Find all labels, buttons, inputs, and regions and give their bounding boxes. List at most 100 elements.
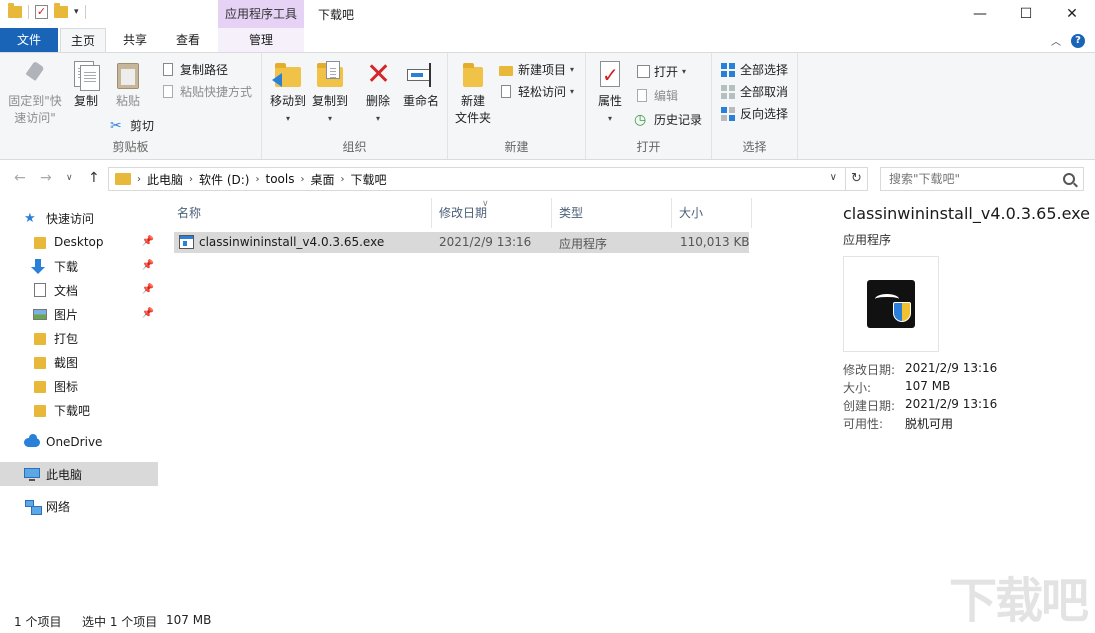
chevron-right-icon[interactable]: ›	[340, 174, 344, 185]
file-thumbnail	[843, 256, 939, 352]
history-button[interactable]: ◷ 历史记录	[634, 111, 702, 128]
invert-selection-button[interactable]: 反向选择	[720, 105, 788, 122]
customize-dropdown-icon[interactable]: ▾	[74, 7, 79, 17]
chevron-right-icon[interactable]: ›	[300, 174, 304, 185]
chevron-down-icon[interactable]: ∨	[830, 172, 837, 183]
pin-icon	[19, 59, 51, 91]
new-folder-icon[interactable]	[54, 3, 68, 18]
address-bar[interactable]: › 此电脑 › 软件 (D:) › tools › 桌面 › 下载吧 ∨ ↻	[108, 167, 868, 191]
status-bar: 1 个项目 选中 1 个项目 107 MB	[0, 610, 1095, 633]
breadcrumb-item[interactable]: 下载吧	[350, 171, 386, 188]
new-folder-icon	[457, 59, 489, 91]
select-all-button[interactable]: 全部选择	[720, 61, 788, 78]
group-label: 组织	[342, 140, 367, 154]
select-none-icon	[720, 84, 736, 100]
chevron-right-icon[interactable]: ›	[255, 174, 259, 185]
nav-item-pack[interactable]: 打包	[0, 326, 158, 350]
recent-locations-icon[interactable]: ∨	[66, 173, 73, 183]
new-folder-button[interactable]: 新建 文件夹	[452, 59, 494, 127]
tab-view[interactable]: 查看	[165, 28, 211, 52]
easy-access-icon	[498, 84, 514, 100]
move-to-button[interactable]: 移动到 ▾	[266, 59, 310, 127]
paste-button[interactable]: 粘贴	[108, 59, 148, 110]
nav-item-downloads[interactable]: 下载 📌	[0, 254, 158, 278]
delete-button[interactable]: ✕ 删除 ▾	[360, 59, 396, 127]
details-file-type: 应用程序	[843, 233, 892, 247]
nav-item-desktop[interactable]: Desktop 📌	[0, 230, 158, 254]
divider	[84, 5, 86, 19]
nav-item-xiazaiba[interactable]: 下载吧	[0, 398, 158, 422]
open-button[interactable]: 打开 ▾	[634, 63, 686, 80]
context-tab-header: 应用程序工具	[218, 0, 304, 28]
copy-to-button[interactable]: 复制到 ▾	[308, 59, 352, 127]
tab-home[interactable]: 主页	[60, 28, 106, 53]
folder-icon	[32, 331, 48, 345]
star-icon: ★	[24, 211, 36, 226]
search-input[interactable]	[889, 172, 1049, 186]
nav-quick-access[interactable]: ★ 快速访问	[0, 206, 158, 230]
scissors-icon: ✂	[110, 117, 122, 134]
breadcrumb-item[interactable]: 此电脑	[147, 171, 183, 188]
new-item-button[interactable]: 新建项目 ▾	[498, 61, 574, 78]
column-header-size[interactable]: 大小	[672, 198, 752, 228]
breadcrumb-item[interactable]: 桌面	[310, 171, 334, 188]
close-button[interactable]: ✕	[1049, 0, 1095, 28]
folder-icon	[115, 173, 131, 185]
clipboard-group: 固定到"快 速访问" 复制 粘贴 复制路径 粘贴快捷方式 ✂ 剪切 剪贴板	[0, 53, 262, 159]
folder-icon[interactable]	[8, 3, 22, 18]
nav-item-documents[interactable]: 文档 📌	[0, 278, 158, 302]
nav-item-icons[interactable]: 图标	[0, 374, 158, 398]
maximize-button[interactable]: ☐	[1003, 0, 1049, 28]
move-to-icon	[272, 59, 304, 91]
nav-item-screenshots[interactable]: 截图	[0, 350, 158, 374]
nav-this-pc[interactable]: 此电脑	[0, 462, 158, 486]
collapse-ribbon-icon[interactable]: ︿	[1051, 33, 1061, 48]
paste-shortcut-button[interactable]: 粘贴快捷方式	[160, 83, 252, 100]
table-row[interactable]: classinwininstall_v4.0.3.65.exe 2021/2/9…	[174, 232, 750, 253]
copy-path-button[interactable]: 复制路径	[160, 61, 228, 78]
chevron-right-icon[interactable]: ›	[189, 174, 193, 185]
column-header-name[interactable]: 名称	[170, 198, 432, 228]
pin-quick-access-button[interactable]: 固定到"快 速访问"	[6, 59, 64, 127]
column-header-date[interactable]: ∨ 修改日期	[432, 198, 552, 228]
paste-shortcut-icon	[160, 84, 176, 100]
rename-button[interactable]: 重命名	[400, 59, 442, 110]
nav-onedrive[interactable]: OneDrive	[0, 430, 158, 454]
copy-button[interactable]: 复制	[68, 59, 104, 110]
tab-share[interactable]: 共享	[112, 28, 158, 52]
select-group: 全部选择 全部取消 反向选择 选择	[712, 53, 798, 159]
properties-icon[interactable]: ✓	[35, 5, 48, 19]
organize-group: 移动到 ▾ 复制到 ▾ ✕ 删除 ▾ 重命名 组织	[262, 53, 448, 159]
edit-button[interactable]: 编辑	[634, 87, 678, 104]
help-icon[interactable]: ?	[1071, 33, 1085, 48]
details-file-name: classinwininstall_v4.0.3.65.exe	[843, 204, 1090, 223]
minimize-button[interactable]: —	[957, 0, 1003, 28]
back-arrow-icon[interactable]: ←	[14, 170, 26, 186]
selected-size: 107 MB	[166, 613, 212, 627]
navigation-pane: ★ 快速访问 Desktop 📌 下载 📌 文档 📌 图片 📌 打包 截图 图标…	[0, 200, 158, 600]
search-icon[interactable]	[1063, 173, 1075, 185]
properties-button[interactable]: ✓ 属性 ▾	[592, 59, 628, 127]
folder-icon	[32, 403, 48, 417]
forward-arrow-icon[interactable]: →	[40, 170, 52, 186]
file-size: 110,013 KB	[680, 235, 750, 249]
refresh-icon[interactable]: ↻	[845, 168, 867, 190]
nav-network[interactable]: 网络	[0, 494, 158, 518]
file-date: 2021/2/9 13:16	[439, 235, 532, 249]
document-icon	[32, 283, 48, 297]
select-none-button[interactable]: 全部取消	[720, 83, 788, 100]
tab-manage[interactable]: 管理	[218, 28, 304, 52]
pin-icon: 📌	[141, 284, 154, 295]
breadcrumb-item[interactable]: tools	[265, 172, 294, 186]
cut-button[interactable]: ✂ 剪切	[110, 117, 154, 134]
up-arrow-icon[interactable]: ↑	[88, 170, 100, 186]
select-all-icon	[720, 62, 736, 78]
group-label: 打开	[636, 140, 661, 154]
tab-file[interactable]: 文件	[0, 28, 58, 52]
column-header-type[interactable]: 类型	[552, 198, 672, 228]
easy-access-button[interactable]: 轻松访问 ▾	[498, 83, 574, 100]
breadcrumb-item[interactable]: 软件 (D:)	[199, 171, 249, 188]
file-list: 名称 ∨ 修改日期 类型 大小 classinwininstall_v4.0.3…	[170, 198, 810, 598]
chevron-right-icon[interactable]: ›	[137, 174, 141, 185]
nav-item-pictures[interactable]: 图片 📌	[0, 302, 158, 326]
